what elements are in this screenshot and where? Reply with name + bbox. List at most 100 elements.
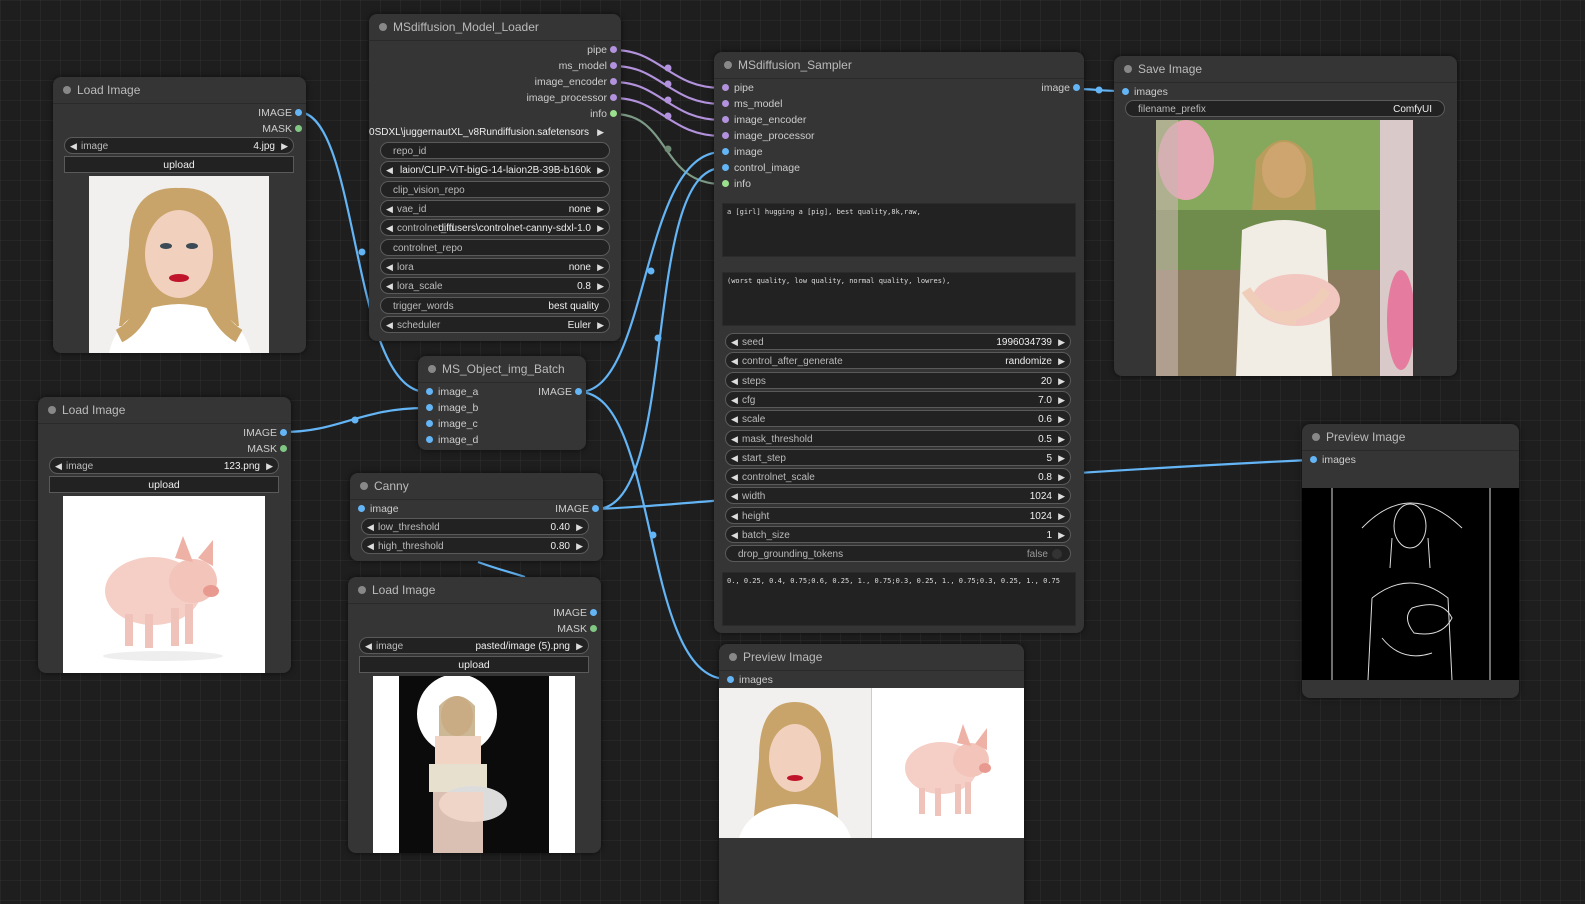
arrow-right-icon[interactable]: ▶ xyxy=(597,278,604,293)
input-image[interactable]: image xyxy=(722,144,763,160)
output-ms-model[interactable]: ms_model xyxy=(559,58,617,74)
upload-button[interactable]: upload xyxy=(49,476,279,493)
output-image[interactable]: IMAGE xyxy=(553,605,597,621)
socket-icon[interactable] xyxy=(722,116,729,123)
widget-batch-size[interactable]: ◀ batch_size 1 ▶ xyxy=(725,526,1071,543)
socket-icon[interactable] xyxy=(426,404,433,411)
preview-image-node-canny[interactable]: Preview Image images xyxy=(1302,424,1519,698)
arrow-right-icon[interactable]: ▶ xyxy=(576,638,583,653)
input-ms-model[interactable]: ms_model xyxy=(722,96,782,112)
msdiffusion-sampler-node[interactable]: MSdiffusion_Sampler pipe ms_model image_… xyxy=(714,52,1084,633)
clip-vision-combo[interactable]: ◀ laion/CLIP-ViT-bigG-14-laion2B-39B-b160… xyxy=(380,161,610,178)
socket-icon[interactable] xyxy=(610,62,617,69)
arrow-left-icon[interactable]: ◀ xyxy=(367,538,374,553)
input-pipe[interactable]: pipe xyxy=(722,80,754,96)
arrow-left-icon[interactable]: ◀ xyxy=(731,469,738,484)
arrow-right-icon[interactable]: ▶ xyxy=(1058,392,1065,407)
drop-grounding-tokens-toggle[interactable]: drop_grounding_tokens false xyxy=(725,545,1071,562)
socket-icon[interactable] xyxy=(295,109,302,116)
socket-icon[interactable] xyxy=(722,180,729,187)
socket-icon[interactable] xyxy=(1310,456,1317,463)
socket-icon[interactable] xyxy=(426,436,433,443)
socket-icon[interactable] xyxy=(722,132,729,139)
arrow-right-icon[interactable]: ▶ xyxy=(1058,450,1065,465)
socket-icon[interactable] xyxy=(592,505,599,512)
output-mask[interactable]: MASK xyxy=(557,621,597,637)
arrow-left-icon[interactable]: ◀ xyxy=(731,353,738,368)
arrow-left-icon[interactable]: ◀ xyxy=(386,278,393,293)
arrow-left-icon[interactable]: ◀ xyxy=(386,201,393,216)
image-combo[interactable]: ◀ image pasted/image (5).png ▶ xyxy=(359,637,589,654)
arrow-right-icon[interactable]: ▶ xyxy=(576,538,583,553)
collapse-dot[interactable] xyxy=(729,653,737,661)
socket-icon[interactable] xyxy=(722,100,729,107)
input-image-encoder[interactable]: image_encoder xyxy=(722,112,806,128)
arrow-left-icon[interactable]: ◀ xyxy=(731,527,738,542)
arrow-right-icon[interactable]: ▶ xyxy=(1058,373,1065,388)
arrow-left-icon[interactable]: ◀ xyxy=(731,373,738,388)
arrow-left-icon[interactable]: ◀ xyxy=(386,162,393,177)
load-image-node-3[interactable]: Load Image IMAGE MASK ◀ image pasted/image… xyxy=(348,577,601,853)
trigger-words-field[interactable]: trigger_words best quality xyxy=(380,297,610,314)
widget-steps[interactable]: ◀ steps 20 ▶ xyxy=(725,371,1071,389)
arrow-left-icon[interactable]: ◀ xyxy=(731,488,738,503)
toggle-icon[interactable] xyxy=(1052,549,1062,559)
input-images[interactable]: images xyxy=(1122,84,1168,100)
socket-icon[interactable] xyxy=(426,420,433,427)
socket-icon[interactable] xyxy=(295,125,302,132)
collapse-dot[interactable] xyxy=(1312,433,1320,441)
arrow-left-icon[interactable]: ◀ xyxy=(386,317,393,332)
arrow-right-icon[interactable]: ▶ xyxy=(597,124,604,141)
arrow-right-icon[interactable]: ▶ xyxy=(597,201,604,216)
input-images[interactable]: images xyxy=(727,672,773,688)
save-image-node[interactable]: Save Image images filename_prefix ComfyUI xyxy=(1114,56,1457,376)
socket-icon[interactable] xyxy=(610,78,617,85)
input-images[interactable]: images xyxy=(1310,452,1356,468)
arrow-right-icon[interactable]: ▶ xyxy=(1058,334,1065,349)
arrow-right-icon[interactable]: ▶ xyxy=(597,220,604,235)
collapse-dot[interactable] xyxy=(358,586,366,594)
output-image-encoder[interactable]: image_encoder xyxy=(535,74,617,90)
output-info[interactable]: info xyxy=(590,106,617,122)
input-control-image[interactable]: control_image xyxy=(722,160,800,176)
socket-icon[interactable] xyxy=(426,388,433,395)
input-info[interactable]: info xyxy=(722,176,751,192)
arrow-right-icon[interactable]: ▶ xyxy=(597,317,604,332)
output-mask[interactable]: MASK xyxy=(247,441,287,457)
upload-button[interactable]: upload xyxy=(359,656,589,673)
input-image-b[interactable]: image_b xyxy=(426,400,478,416)
collapse-dot[interactable] xyxy=(48,406,56,414)
load-image-node-2[interactable]: Load Image IMAGE MASK ◀ image 123.png ▶ upl… xyxy=(38,397,291,673)
canny-node[interactable]: Canny image IMAGE ◀ low_threshold 0.40 ▶ ◀ h… xyxy=(350,473,603,561)
output-image[interactable]: image xyxy=(1041,80,1080,96)
output-image[interactable]: IMAGE xyxy=(555,501,599,517)
arrow-right-icon[interactable]: ▶ xyxy=(1058,353,1065,368)
socket-icon[interactable] xyxy=(722,84,729,91)
input-image[interactable]: image xyxy=(358,501,399,517)
upload-button[interactable]: upload xyxy=(64,156,294,173)
arrow-left-icon[interactable]: ◀ xyxy=(731,411,738,426)
load-image-node-1[interactable]: Load Image IMAGE MASK ◀ image 4.jpg ▶ uploa… xyxy=(53,77,306,353)
arrow-right-icon[interactable]: ▶ xyxy=(1058,411,1065,426)
arrow-right-icon[interactable]: ▶ xyxy=(281,138,288,153)
input-image-d[interactable]: image_d xyxy=(426,432,478,448)
widget-scale[interactable]: ◀ scale 0.6 ▶ xyxy=(725,410,1071,428)
arrow-left-icon[interactable]: ◀ xyxy=(386,259,393,274)
collapse-dot[interactable] xyxy=(63,86,71,94)
widget-start-step[interactable]: ◀ start_step 5 ▶ xyxy=(725,448,1071,466)
socket-icon[interactable] xyxy=(1122,88,1129,95)
collapse-dot[interactable] xyxy=(428,365,436,373)
socket-icon[interactable] xyxy=(722,164,729,171)
socket-icon[interactable] xyxy=(1073,84,1080,91)
arrow-right-icon[interactable]: ▶ xyxy=(1058,488,1065,503)
arrow-left-icon[interactable]: ◀ xyxy=(367,519,374,534)
output-image[interactable]: IMAGE xyxy=(538,384,582,400)
controlnet-id-combo[interactable]: ◀ controlnet_id diffusers\controlnet-canny… xyxy=(380,219,610,236)
repo-id-field[interactable]: repo_id xyxy=(380,142,610,159)
widget-width[interactable]: ◀ width 1024 ▶ xyxy=(725,487,1071,505)
controlnet-repo-field[interactable]: controlnet_repo xyxy=(380,239,610,256)
socket-icon[interactable] xyxy=(610,46,617,53)
arrow-right-icon[interactable]: ▶ xyxy=(1058,508,1065,523)
socket-icon[interactable] xyxy=(280,445,287,452)
arrow-left-icon[interactable]: ◀ xyxy=(55,458,62,473)
